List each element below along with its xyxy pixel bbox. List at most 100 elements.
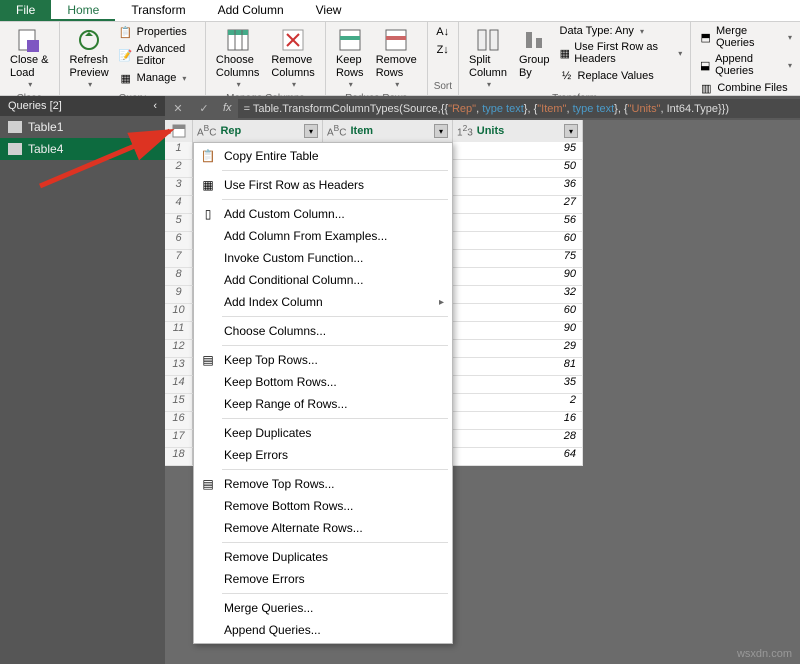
remove-columns-button[interactable]: Remove Columns [267, 24, 318, 92]
sort-desc-button[interactable]: Z↓ [434, 42, 452, 58]
ctx-remove-bottom[interactable]: Remove Bottom Rows... [194, 495, 452, 517]
properties-button[interactable]: 📋Properties [117, 24, 199, 40]
sort-asc-icon: A↓ [436, 25, 450, 39]
cell-units[interactable]: 2 [453, 394, 583, 411]
ctx-choose-cols[interactable]: Choose Columns... [194, 320, 452, 342]
cell-units[interactable]: 56 [453, 214, 583, 231]
cell-units[interactable]: 95 [453, 142, 583, 159]
row-number: 3 [165, 178, 193, 195]
queries-header[interactable]: Queries [2] ‹ [0, 96, 165, 116]
ctx-remove-top[interactable]: ▤Remove Top Rows... [194, 473, 452, 495]
cell-units[interactable]: 64 [453, 448, 583, 465]
cell-units[interactable]: 28 [453, 430, 583, 447]
remove-rows-button[interactable]: Remove Rows [372, 24, 421, 92]
ctx-use-first-row[interactable]: ▦Use First Row as Headers [194, 174, 452, 196]
choose-columns-button[interactable]: Choose Columns [212, 24, 263, 92]
cell-units[interactable]: 90 [453, 322, 583, 339]
ribbon: Close & Load Close Refresh Preview 📋Prop… [0, 22, 800, 96]
formula-cancel-button[interactable]: ✕ [165, 96, 191, 120]
cell-units[interactable]: 32 [453, 286, 583, 303]
row-number: 2 [165, 160, 193, 177]
split-icon [474, 26, 502, 54]
tab-transform[interactable]: Transform [115, 0, 201, 21]
advanced-editor-button[interactable]: 📝Advanced Editor [117, 42, 199, 68]
keep-rows-button[interactable]: Keep Rows [332, 24, 368, 92]
ctx-add-col-examples[interactable]: Add Column From Examples... [194, 225, 452, 247]
query-item-table4[interactable]: Table4 [0, 138, 165, 160]
ctx-remove-dup[interactable]: Remove Duplicates [194, 546, 452, 568]
ctx-keep-err[interactable]: Keep Errors [194, 444, 452, 466]
ctx-add-custom-col[interactable]: ▯Add Custom Column... [194, 203, 452, 225]
formula-input[interactable]: = Table.TransformColumnTypes(Source,{{"R… [238, 99, 800, 118]
group-by-button[interactable]: Group By [515, 24, 554, 82]
col-header-item[interactable]: ABC Item ▾ [323, 120, 453, 142]
split-column-button[interactable]: Split Column [465, 24, 511, 92]
tab-home[interactable]: Home [51, 0, 115, 21]
cell-units[interactable]: 29 [453, 340, 583, 357]
select-all-corner[interactable] [165, 120, 193, 142]
formula-accept-button[interactable]: ✓ [191, 96, 217, 120]
cell-units[interactable]: 36 [453, 178, 583, 195]
ctx-add-index[interactable]: Add Index Column▸ [194, 291, 452, 313]
ctx-keep-dup[interactable]: Keep Duplicates [194, 422, 452, 444]
collapse-icon[interactable]: ‹ [153, 100, 157, 112]
cell-units[interactable]: 27 [453, 196, 583, 213]
ctx-keep-bottom[interactable]: Keep Bottom Rows... [194, 371, 452, 393]
cell-units[interactable]: 60 [453, 232, 583, 249]
row-number: 11 [165, 322, 193, 339]
manage-button[interactable]: ▦Manage [117, 70, 199, 86]
combine-files-icon: ▥ [699, 81, 713, 95]
cell-units[interactable]: 16 [453, 412, 583, 429]
row-number: 6 [165, 232, 193, 249]
col-filter-units[interactable]: ▾ [564, 124, 578, 138]
tab-file[interactable]: File [0, 0, 51, 21]
close-load-label: Close & Load [10, 54, 49, 80]
first-row-headers-button[interactable]: ▦Use First Row as Headers [558, 40, 685, 66]
ctx-add-conditional[interactable]: Add Conditional Column... [194, 269, 452, 291]
combine-files-button[interactable]: ▥Combine Files [697, 80, 794, 96]
cell-units[interactable]: 35 [453, 376, 583, 393]
remove-rows-icon: ▤ [200, 476, 216, 492]
choose-cols-icon [224, 26, 252, 54]
refresh-preview-button[interactable]: Refresh Preview [66, 24, 113, 92]
col-header-rep[interactable]: ABC Rep ▾ [193, 120, 323, 142]
watermark: wsxdn.com [737, 648, 792, 660]
ctx-invoke-fn[interactable]: Invoke Custom Function... [194, 247, 452, 269]
cell-units[interactable]: 50 [453, 160, 583, 177]
tab-add-column[interactable]: Add Column [202, 0, 300, 21]
table-context-menu: 📋Copy Entire Table ▦Use First Row as Hea… [193, 142, 453, 644]
col-filter-rep[interactable]: ▾ [304, 124, 318, 138]
col-header-units[interactable]: 123 Units ▾ [453, 120, 583, 142]
cell-units[interactable]: 60 [453, 304, 583, 321]
close-load-button[interactable]: Close & Load [6, 24, 53, 92]
ctx-merge-q[interactable]: Merge Queries... [194, 597, 452, 619]
row-number: 8 [165, 268, 193, 285]
cell-units[interactable]: 81 [453, 358, 583, 375]
type-text-icon: ABC [327, 123, 346, 138]
ctx-keep-range[interactable]: Keep Range of Rows... [194, 393, 452, 415]
data-type-button[interactable]: Data Type: Any [558, 24, 685, 38]
ctx-keep-top[interactable]: ▤Keep Top Rows... [194, 349, 452, 371]
remove-cols-icon [279, 26, 307, 54]
cell-units[interactable]: 75 [453, 250, 583, 267]
cell-units[interactable]: 90 [453, 268, 583, 285]
query-item-table1[interactable]: Table1 [0, 116, 165, 138]
row-number: 14 [165, 376, 193, 393]
group-sort-label: Sort [434, 80, 452, 93]
ctx-remove-err[interactable]: Remove Errors [194, 568, 452, 590]
ctx-append-q[interactable]: Append Queries... [194, 619, 452, 641]
ctx-sep [222, 469, 448, 470]
headers-icon: ▦ [200, 177, 216, 193]
table-icon [8, 121, 22, 133]
sort-asc-button[interactable]: A↓ [434, 24, 452, 40]
replace-values-button[interactable]: ½Replace Values [558, 68, 685, 84]
merge-queries-button[interactable]: ⬒Merge Queries [697, 24, 794, 50]
row-number: 10 [165, 304, 193, 321]
tab-view[interactable]: View [300, 0, 358, 21]
append-queries-button[interactable]: ⬓Append Queries [697, 52, 794, 78]
ctx-sep [222, 170, 448, 171]
ctx-remove-alt[interactable]: Remove Alternate Rows... [194, 517, 452, 539]
col-filter-item[interactable]: ▾ [434, 124, 448, 138]
queries-pane: Queries [2] ‹ Table1 Table4 [0, 96, 165, 664]
ctx-copy-table[interactable]: 📋Copy Entire Table [194, 145, 452, 167]
